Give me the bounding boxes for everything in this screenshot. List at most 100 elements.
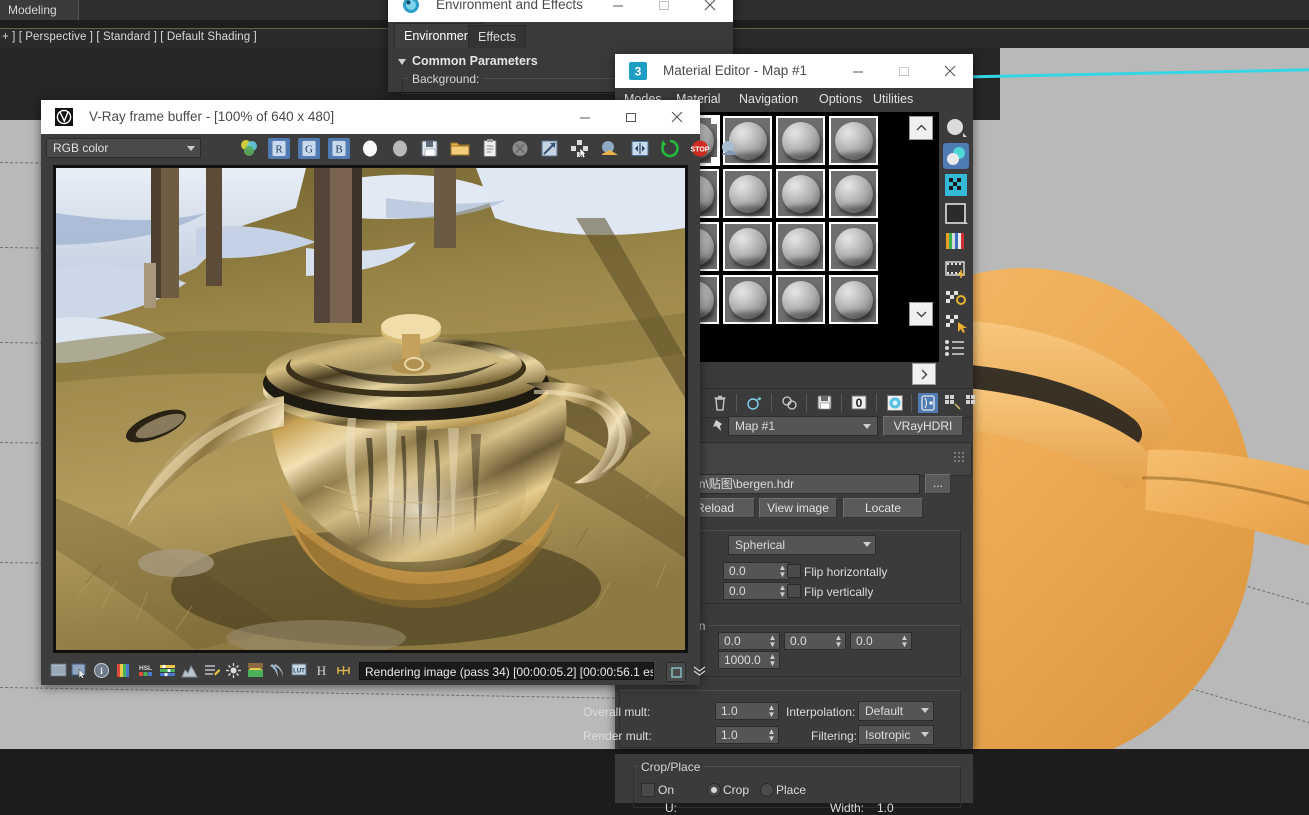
clear-image-icon[interactable] xyxy=(509,138,531,159)
sample-uv-tiling-icon[interactable] xyxy=(944,202,968,226)
color-balance-icon[interactable] xyxy=(269,662,286,679)
options-icon[interactable] xyxy=(944,287,968,309)
radius-spinner[interactable]: 1000.0 ▲ ▼ xyxy=(718,651,780,669)
pin-icon[interactable] xyxy=(711,418,727,434)
spinner-arrows-icon[interactable]: ▲ ▼ xyxy=(767,704,776,719)
channel-select-combo[interactable]: RGB color xyxy=(46,138,201,158)
render-last-icon[interactable] xyxy=(599,138,621,159)
color-corrections-icon[interactable] xyxy=(115,662,132,679)
exposure-icon[interactable] xyxy=(203,662,221,679)
color-channels-icon[interactable] xyxy=(238,138,260,159)
maximize-button[interactable] xyxy=(881,54,927,88)
spinner-arrows-icon[interactable]: ▲ ▼ xyxy=(767,728,776,743)
sample-slot[interactable] xyxy=(776,275,825,324)
position-x-spinner[interactable]: 0.0 ▲ ▼ xyxy=(718,632,780,650)
rendered-image[interactable] xyxy=(56,168,685,650)
overall-mult-spinner[interactable]: 1.0 ▲ ▼ xyxy=(715,702,779,720)
stop-render-icon[interactable]: STOP xyxy=(689,138,711,159)
pixel-info-icon[interactable]: i xyxy=(93,662,110,679)
tab-effects[interactable]: Effects xyxy=(468,25,526,49)
slots-scroll-right-button[interactable] xyxy=(912,363,936,385)
sample-slot[interactable] xyxy=(723,169,772,218)
vfb-status-bar[interactable]: i HSL LUT H Rendering image (pass 34) [0… xyxy=(41,658,705,685)
mapping-type-combo[interactable]: Spherical xyxy=(728,535,876,555)
filtering-combo[interactable]: Isotropic xyxy=(858,725,934,745)
env-tab-strip[interactable]: Environment Effects xyxy=(388,22,733,49)
load-image-icon[interactable] xyxy=(449,138,471,159)
compare-ab-icon[interactable] xyxy=(629,138,651,159)
spinner-arrows-icon[interactable]: ▲ ▼ xyxy=(900,634,909,649)
slots-scroll-up-button[interactable] xyxy=(909,116,933,140)
color-curve-icon[interactable] xyxy=(159,662,176,679)
select-by-material-icon[interactable] xyxy=(944,312,968,334)
sample-slot[interactable] xyxy=(776,169,825,218)
go-to-parent-icon[interactable] xyxy=(943,393,963,413)
spinner-arrows-icon[interactable]: ▲ ▼ xyxy=(778,584,787,599)
sample-slot[interactable] xyxy=(829,275,878,324)
chevron-down-icon[interactable] xyxy=(187,146,195,151)
vfb-toolbar[interactable]: RGB color R G B STOP xyxy=(41,134,738,162)
maximize-button[interactable] xyxy=(641,0,687,22)
material-editor-side-toolbar[interactable] xyxy=(939,112,973,362)
vert-rotation-spinner[interactable]: 0.0 ▲ ▼ xyxy=(723,582,790,600)
go-forward-sibling-icon[interactable] xyxy=(965,393,985,413)
menu-navigation[interactable]: Navigation xyxy=(739,88,798,110)
material-editor-title-bar[interactable]: 3 Material Editor - Map #1 xyxy=(615,54,973,89)
toggle-image-view-button[interactable] xyxy=(666,662,686,682)
show-last-vfb-icon[interactable] xyxy=(50,662,67,679)
track-mouse-icon[interactable] xyxy=(71,662,88,679)
chevron-down-icon[interactable] xyxy=(863,542,871,547)
lut-icon[interactable]: LUT xyxy=(291,662,308,679)
render-to-vfb-icon[interactable] xyxy=(719,138,741,159)
vfb-window-controls[interactable] xyxy=(562,100,700,134)
clipboard-icon[interactable] xyxy=(479,138,501,159)
minimize-button[interactable] xyxy=(835,54,881,88)
close-button[interactable] xyxy=(654,100,700,134)
interpolation-combo[interactable]: Default xyxy=(858,701,934,721)
green-channel-icon[interactable]: G xyxy=(298,138,320,159)
spinner-arrows-icon[interactable]: ▲ ▼ xyxy=(778,564,787,579)
bitmap-view-image-button[interactable]: View image xyxy=(759,498,837,518)
save-image-icon[interactable] xyxy=(419,138,441,159)
spinner-arrows-icon[interactable]: ▲ ▼ xyxy=(768,653,777,668)
material-name-input[interactable]: Map #1 xyxy=(728,416,878,436)
reset-icon[interactable] xyxy=(745,393,765,413)
video-color-check-icon[interactable] xyxy=(944,231,968,253)
minimize-button[interactable] xyxy=(562,100,608,134)
menu-options[interactable]: Options xyxy=(819,88,862,110)
close-button[interactable] xyxy=(927,54,973,88)
crop-radio[interactable] xyxy=(707,783,721,797)
region-render-icon[interactable] xyxy=(569,138,591,159)
place-radio[interactable] xyxy=(760,783,774,797)
slots-scroll-down-button[interactable] xyxy=(909,302,933,326)
spinner-arrows-icon[interactable]: ▲ ▼ xyxy=(834,634,843,649)
menu-utilities[interactable]: Utilities xyxy=(873,88,913,110)
backlight-icon[interactable] xyxy=(943,143,969,169)
render-mult-spinner[interactable]: 1.0 ▲ ▼ xyxy=(715,726,779,744)
position-z-spinner[interactable]: 0.0 ▲ ▼ xyxy=(850,632,912,650)
hsl-icon[interactable]: HSL xyxy=(137,662,154,679)
material-type-button[interactable]: VRayHDRI xyxy=(883,416,963,436)
alpha-channel-icon[interactable] xyxy=(359,138,381,159)
levels-icon[interactable] xyxy=(181,662,198,679)
ocio-icon[interactable]: H xyxy=(313,662,330,679)
material-id-icon[interactable] xyxy=(885,393,905,413)
blue-channel-icon[interactable]: B xyxy=(328,138,350,159)
common-parameters-rollout[interactable]: Common Parameters xyxy=(398,54,538,68)
chevron-down-icon[interactable] xyxy=(921,708,929,713)
crop-on-checkbox[interactable] xyxy=(641,783,655,797)
hue-saturation-icon[interactable] xyxy=(247,662,264,679)
chevron-down-icon[interactable] xyxy=(863,424,871,429)
vfb-title-bar[interactable]: V-Ray frame buffer - [100% of 640 x 480] xyxy=(41,100,700,135)
max-menu-modeling[interactable]: Modeling xyxy=(8,0,57,20)
monochrome-icon[interactable] xyxy=(389,138,411,159)
maximize-button[interactable] xyxy=(608,100,654,134)
render-icon[interactable] xyxy=(659,138,681,159)
white-balance-icon[interactable] xyxy=(225,662,242,679)
render-image-frame[interactable] xyxy=(53,165,688,653)
sample-slot[interactable] xyxy=(829,222,878,271)
sample-slot[interactable] xyxy=(829,169,878,218)
bitmap-browse-button[interactable]: ... xyxy=(925,474,951,494)
chevron-down-icon[interactable] xyxy=(921,732,929,737)
sample-slot[interactable] xyxy=(776,222,825,271)
